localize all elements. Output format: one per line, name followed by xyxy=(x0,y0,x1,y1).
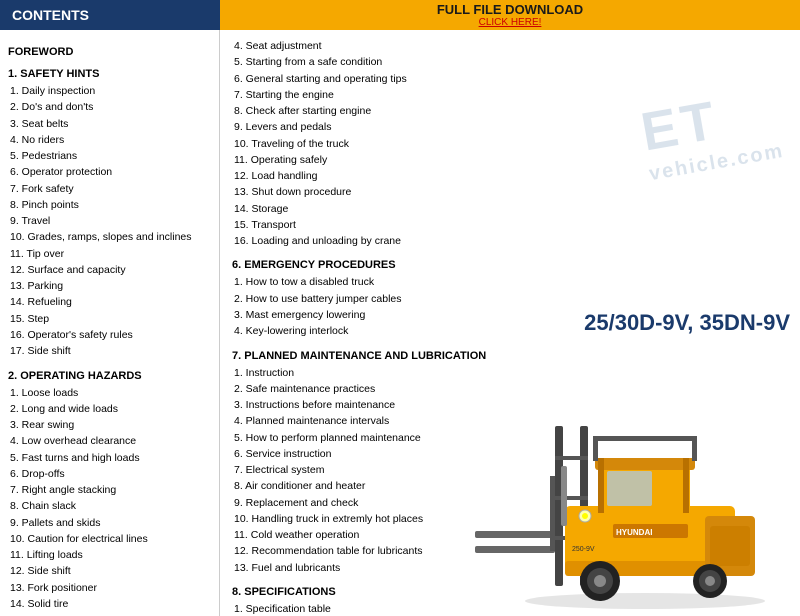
toc-item: 3. Rear swing xyxy=(8,417,211,433)
toc-item: 10. Traveling of the truck xyxy=(232,136,788,152)
right-toc-panel: 4. Seat adjustment5. Starting from a saf… xyxy=(220,30,800,616)
toc-item: 13. Fork positioner xyxy=(8,580,211,596)
download-main-text: FULL FILE DOWNLOAD xyxy=(437,2,583,17)
toc-item: 12. Side shift xyxy=(8,563,211,579)
svg-text:HYUNDAI: HYUNDAI xyxy=(616,528,652,537)
section-heading: 1. SAFETY HINTS xyxy=(8,68,211,80)
section-heading: 7. PLANNED MAINTENANCE AND LUBRICATION xyxy=(232,350,788,362)
forklift-illustration: HYUNDAI 250-9V xyxy=(465,376,795,611)
toc-item: 4. Low overhead clearance xyxy=(8,433,211,449)
toc-item: 14. Refueling xyxy=(8,294,211,310)
toc-item: 12. Surface and capacity xyxy=(8,262,211,278)
toc-item: 10. Caution for electrical lines xyxy=(8,531,211,547)
toc-item: 5. Fast turns and high loads xyxy=(8,450,211,466)
toc-item: 2. Long and wide loads xyxy=(8,401,211,417)
toc-item: 4. No riders xyxy=(8,132,211,148)
toc-item: 8. Check after starting engine xyxy=(232,103,788,119)
toc-item: 6. Operator protection xyxy=(8,164,211,180)
toc-item: 7. Right angle stacking xyxy=(8,482,211,498)
toc-item: 3. Seat belts xyxy=(8,116,211,132)
toc-item: 10. Grades, ramps, slopes and inclines xyxy=(8,229,211,245)
toc-item: 6. Drop-offs xyxy=(8,466,211,482)
toc-item: 1. Loose loads xyxy=(8,385,211,401)
contents-tab: CONTENTS xyxy=(0,0,220,30)
continued-safety-items: 4. Seat adjustment5. Starting from a saf… xyxy=(232,38,788,249)
download-button[interactable]: FULL FILE DOWNLOAD CLICK HERE! xyxy=(220,0,800,30)
download-sub-text: CLICK HERE! xyxy=(479,17,542,28)
toc-item: 1. Daily inspection xyxy=(8,83,211,99)
toc-item: 14. Storage xyxy=(232,201,788,217)
toc-item: 1. How to tow a disabled truck xyxy=(232,274,788,290)
toc-item: 4. Seat adjustment xyxy=(232,38,788,54)
toc-item: 16. Operator's safety rules xyxy=(8,327,211,343)
section-heading: 2. OPERATING HAZARDS xyxy=(8,370,211,382)
toc-item: 6. General starting and operating tips xyxy=(232,71,788,87)
toc-item: 9. Travel xyxy=(8,213,211,229)
toc-item: 15. Step xyxy=(8,311,211,327)
foreword-heading: FOREWORD xyxy=(8,46,211,58)
toc-item: 13. Parking xyxy=(8,278,211,294)
toc-item: 14. Solid tire xyxy=(8,596,211,612)
toc-item: 16. Loading and unloading by crane xyxy=(232,233,788,249)
toc-item: 2. How to use battery jumper cables xyxy=(232,291,788,307)
toc-item: 11. Operating safely xyxy=(232,152,788,168)
toc-item: 12. Load handling xyxy=(232,168,788,184)
toc-item: 8. Pinch points xyxy=(8,197,211,213)
toc-item: 2. Do's and don'ts xyxy=(8,99,211,115)
toc-item: 11. Tip over xyxy=(8,246,211,262)
toc-item: 15. Transport xyxy=(232,217,788,233)
section-heading: 6. EMERGENCY PROCEDURES xyxy=(232,259,788,271)
toc-item: 13. Shut down procedure xyxy=(232,184,788,200)
svg-text:250-9V: 250-9V xyxy=(572,546,595,553)
toc-item: 7. Starting the engine xyxy=(232,87,788,103)
left-toc-panel: FOREWORD 1. SAFETY HINTS 1. Daily inspect… xyxy=(0,30,220,616)
toc-item: 8. Chain slack xyxy=(8,498,211,514)
model-title: 25/30D-9V, 35DN-9V xyxy=(584,310,790,336)
toc-item: 9. Pallets and skids xyxy=(8,515,211,531)
toc-item: 5. Starting from a safe condition xyxy=(232,54,788,70)
left-sections: 1. SAFETY HINTS 1. Daily inspection2. Do'… xyxy=(8,68,211,616)
toc-item: 11. Lifting loads xyxy=(8,547,211,563)
contents-label: CONTENTS xyxy=(12,7,89,23)
toc-item: 5. Pedestrians xyxy=(8,148,211,164)
toc-item: 7. Fork safety xyxy=(8,181,211,197)
toc-item: 9. Levers and pedals xyxy=(232,119,788,135)
toc-item: 17. Side shift xyxy=(8,343,211,359)
